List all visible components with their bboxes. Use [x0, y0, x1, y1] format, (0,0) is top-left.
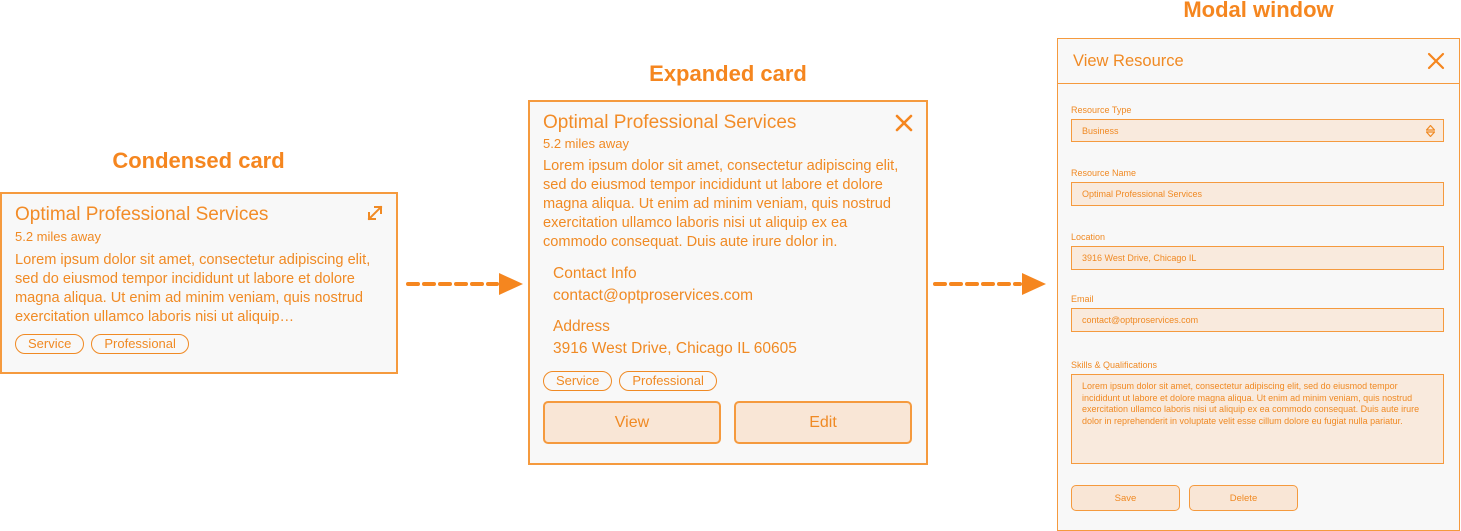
condensed-card-heading: Condensed card	[112, 148, 285, 173]
save-button[interactable]: Save	[1071, 485, 1180, 511]
modal-window-heading: Modal window	[1183, 0, 1334, 22]
modal-header: View Resource	[1058, 39, 1459, 84]
modal-close-icon[interactable]	[1427, 52, 1445, 70]
card-title: Optimal Professional Services	[15, 204, 269, 225]
skills-value: Lorem ipsum dolor sit amet, consectetur …	[1082, 381, 1420, 426]
skills-textarea[interactable]: Lorem ipsum dolor sit amet, consectetur …	[1071, 374, 1444, 464]
modal-window: View Resource Resource Type Business Res…	[1057, 38, 1460, 531]
expanded-card: Optimal Professional Services 5.2 miles …	[528, 100, 928, 465]
view-button[interactable]: View	[543, 401, 721, 444]
card-description: Lorem ipsum dolor sit amet, consectetur …	[543, 158, 899, 250]
close-icon[interactable]	[894, 113, 914, 133]
tag-list: Service Professional	[543, 371, 913, 391]
resource-name-value: Optimal Professional Services	[1082, 189, 1203, 199]
contact-email[interactable]: contact@optproservices.com	[553, 286, 913, 306]
location-label: Location	[1071, 232, 1106, 242]
card-description: Lorem ipsum dolor sit amet, consectetur …	[15, 252, 371, 325]
resource-name-label: Resource Name	[1071, 168, 1137, 178]
card-distance: 5.2 miles away	[543, 136, 629, 151]
contact-info-label: Contact Info	[553, 265, 637, 282]
condensed-card[interactable]: Optimal Professional Services 5.2 miles …	[0, 192, 398, 374]
select-updown-icon	[1425, 124, 1436, 139]
resource-type-value: Business	[1082, 125, 1119, 136]
resource-type-select[interactable]: Business	[1071, 119, 1444, 142]
skills-label: Skills & Qualifications	[1071, 360, 1158, 370]
email-label: Email	[1071, 294, 1094, 304]
flow-arrow-1	[406, 273, 523, 295]
email-input[interactable]: contact@optproservices.com	[1071, 308, 1444, 332]
tag-professional[interactable]: Professional	[619, 371, 717, 391]
delete-button[interactable]: Delete	[1189, 485, 1298, 511]
tag-list: Service Professional	[15, 334, 383, 354]
resource-type-label: Resource Type	[1071, 105, 1132, 115]
location-value: 3916 West Drive, Chicago IL	[1082, 253, 1197, 263]
tag-service[interactable]: Service	[15, 334, 85, 354]
card-distance: 5.2 miles away	[15, 229, 101, 244]
address-label: Address	[553, 318, 610, 335]
expanded-card-heading: Expanded card	[649, 61, 807, 86]
email-value: contact@optproservices.com	[1082, 315, 1199, 325]
flow-arrow-2	[933, 273, 1046, 295]
resource-name-input[interactable]: Optimal Professional Services	[1071, 182, 1444, 206]
tag-service[interactable]: Service	[543, 371, 613, 391]
tag-professional[interactable]: Professional	[91, 334, 189, 354]
expand-icon[interactable]	[366, 204, 384, 222]
edit-button[interactable]: Edit	[734, 401, 912, 444]
location-input[interactable]: 3916 West Drive, Chicago IL	[1071, 246, 1444, 270]
modal-title: View Resource	[1073, 52, 1184, 70]
address-value: 3916 West Drive, Chicago IL 60605	[553, 340, 797, 357]
card-title: Optimal Professional Services	[543, 112, 797, 133]
